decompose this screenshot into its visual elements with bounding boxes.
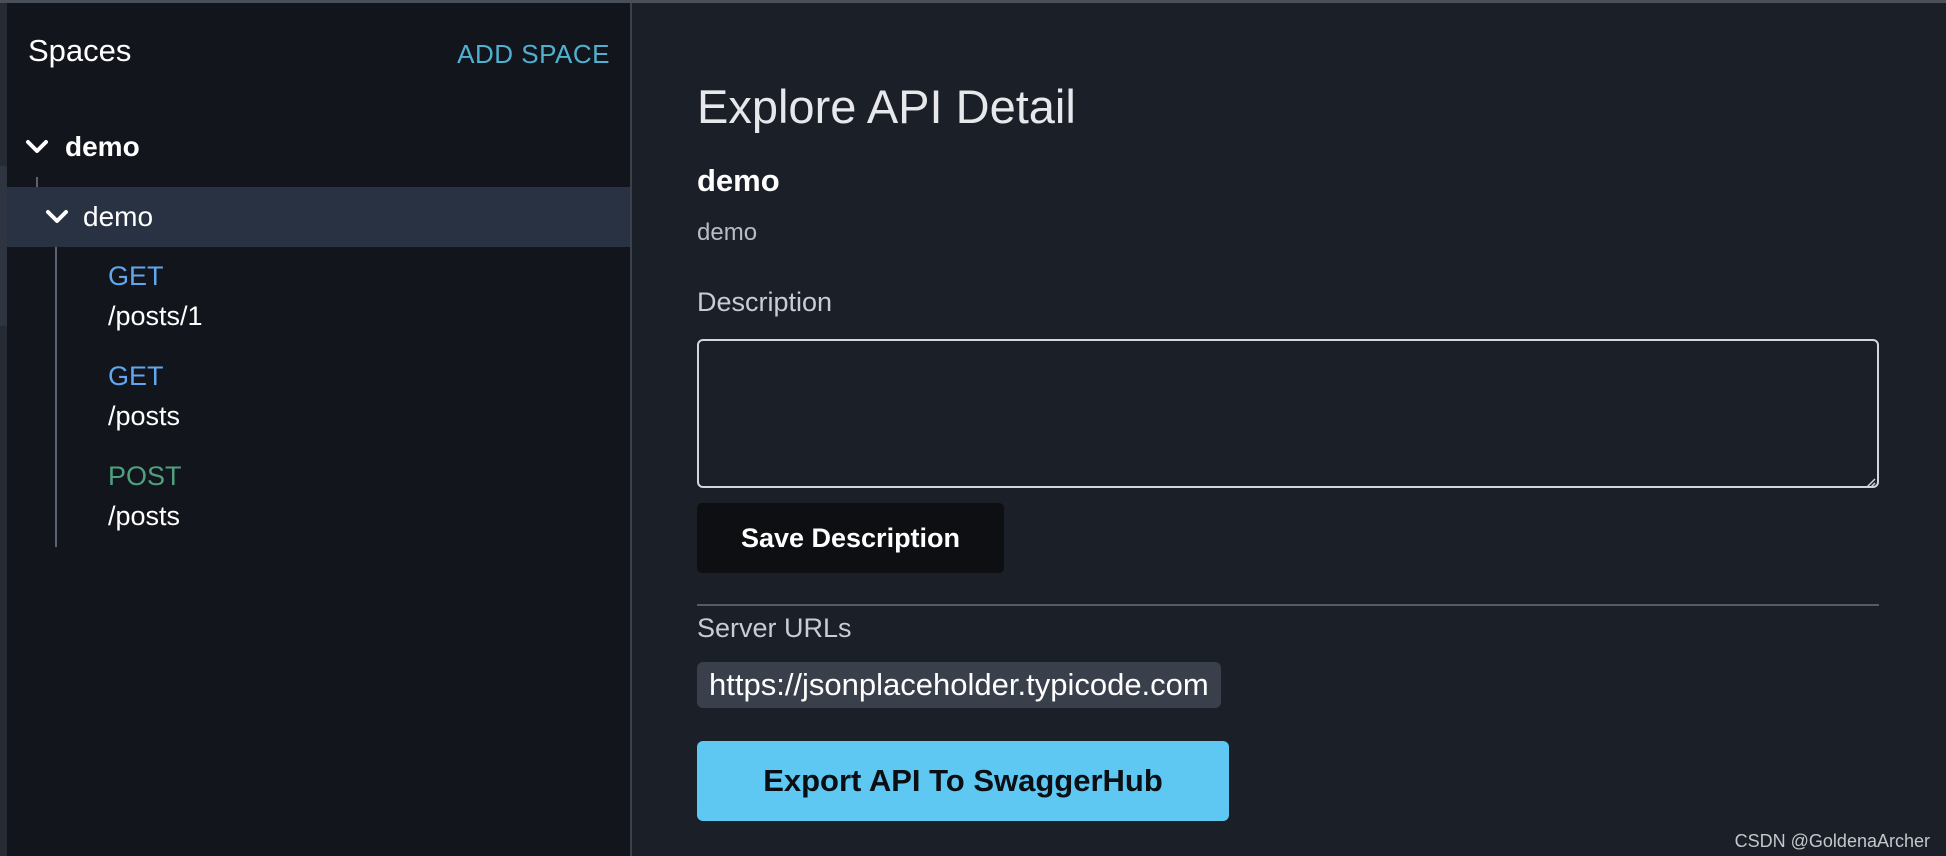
endpoint-path: /posts (108, 401, 181, 431)
sidebar: Spaces ADD SPACE demo demo GET /posts/1 … (7, 3, 632, 856)
tree-root-demo[interactable]: demo (25, 127, 140, 167)
description-label: Description (697, 287, 833, 317)
chevron-down-icon[interactable] (25, 135, 49, 159)
endpoint-get-posts-1[interactable]: GET /posts/1 (108, 259, 203, 333)
add-space-button[interactable]: ADD SPACE (457, 39, 610, 70)
method-label: POST (108, 461, 182, 491)
main-panel: Explore API Detail demo demo Description… (632, 3, 1946, 856)
space-name: demo (697, 163, 780, 198)
watermark: CSDN @GoldenaArcher (1734, 831, 1930, 851)
space-subtitle: demo (697, 219, 758, 246)
left-edge-highlight (0, 166, 7, 326)
endpoint-get-posts[interactable]: GET /posts (108, 359, 180, 433)
endpoint-post-posts[interactable]: POST /posts (108, 459, 182, 533)
server-url-chip: https://jsonplaceholder.typicode.com (697, 662, 1221, 708)
app-window: Spaces ADD SPACE demo demo GET /posts/1 … (0, 0, 1946, 856)
endpoint-path: /posts/1 (108, 301, 203, 331)
left-edge-strip (0, 3, 7, 856)
tree-root-label: demo (65, 131, 140, 162)
page-title: Explore API Detail (697, 80, 1076, 133)
divider (697, 604, 1879, 606)
method-label: GET (108, 261, 164, 291)
description-textarea[interactable] (697, 339, 1879, 488)
tree-guide-line (55, 247, 57, 547)
export-swaggerhub-button[interactable]: Export API To SwaggerHub (697, 741, 1229, 821)
method-label: GET (108, 361, 164, 391)
tree-folder-label: demo (83, 201, 154, 232)
endpoint-path: /posts (108, 501, 181, 531)
save-description-button[interactable]: Save Description (697, 503, 1004, 573)
tree-folder-demo[interactable]: demo (7, 187, 630, 247)
sidebar-title: Spaces (28, 33, 132, 68)
server-urls-label: Server URLs (697, 613, 852, 643)
chevron-down-icon[interactable] (45, 205, 69, 229)
resize-grip-icon[interactable] (1866, 475, 1876, 488)
